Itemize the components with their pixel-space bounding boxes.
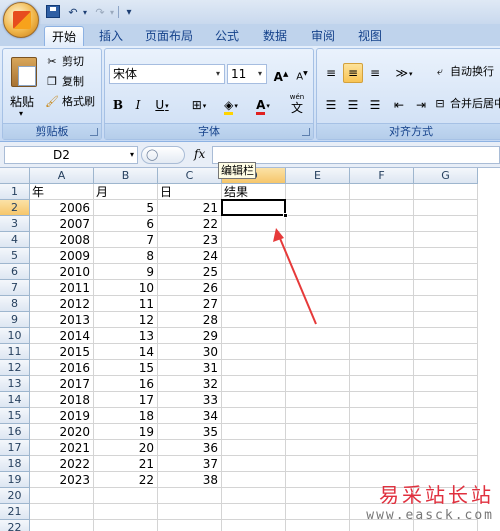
annotation-arrow-head [273,228,284,242]
watermark-text: 易采站长站 [379,483,494,507]
watermark-url: www.easck.com [366,508,494,523]
watermark: 易采站长站 www.easck.com [366,479,494,523]
annotation-arrow [273,228,317,325]
annotation-arrow-line [278,235,317,325]
